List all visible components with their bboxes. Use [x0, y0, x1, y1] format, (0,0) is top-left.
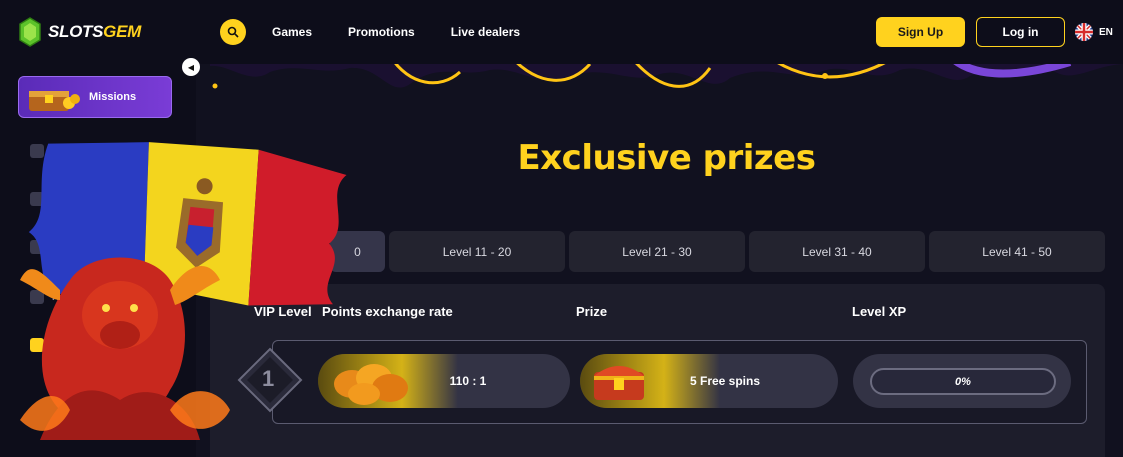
dice-icon [30, 144, 44, 158]
tab-level-41-50[interactable]: Level 41 - 50 [929, 231, 1105, 272]
sidebar-item-promotions[interactable]: Promotions [30, 240, 108, 254]
crown-icon [30, 338, 44, 352]
main-nav: Games Promotions Live dealers [272, 0, 520, 64]
search-icon [227, 26, 239, 38]
treasure-chest-icon [594, 366, 644, 400]
prize-value: 5 Free spins [689, 374, 761, 388]
level-tabs: 0 Level 11 - 20 Level 21 - 30 Level 31 -… [330, 231, 1105, 272]
sidebar-item-label: Hall of [52, 291, 83, 303]
login-button[interactable]: Log in [976, 17, 1065, 47]
collapse-sidebar-button[interactable]: ◀ [182, 58, 200, 76]
uk-flag-icon [1075, 23, 1093, 41]
tab-level-11-20[interactable]: Level 11 - 20 [389, 231, 565, 272]
sidebar-item-label: Live [52, 193, 73, 205]
column-header-level-xp: Level XP [852, 304, 907, 319]
xp-progress-bar: 0% [870, 368, 1056, 395]
missions-button[interactable]: Missions [18, 76, 172, 118]
sidebar-item-label: Games [52, 145, 86, 157]
level-number: 1 [262, 366, 275, 391]
promotions-count-badge: 5 [44, 234, 54, 244]
tab-label: 0 [354, 244, 361, 259]
sidebar-item-games[interactable]: Games [30, 144, 85, 158]
language-selector[interactable]: EN [1075, 23, 1113, 41]
tab-level-1-10[interactable]: 0 [330, 231, 385, 272]
signup-button[interactable]: Sign Up [876, 17, 965, 47]
logo[interactable]: SLOTSGEM [18, 17, 141, 47]
prize-cell: 5 Free spins [580, 354, 838, 408]
nav-live-dealers[interactable]: Live dealers [451, 25, 520, 39]
chevron-down-icon[interactable]: ⌄ [148, 144, 158, 158]
page-title: Exclusive prizes [517, 138, 816, 178]
sidebar-item-hall-of-fame[interactable]: Hall of [30, 290, 83, 304]
nav-promotions[interactable]: Promotions [348, 25, 415, 39]
column-header-vip-level: VIP Level [254, 304, 312, 319]
trophy-icon [30, 290, 44, 304]
tab-level-31-40[interactable]: Level 31 - 40 [749, 231, 925, 272]
search-button[interactable] [220, 19, 246, 45]
language-code: EN [1099, 26, 1113, 38]
page: SLOTSGEM Games Promotions Live dealers S… [0, 0, 1123, 457]
tab-level-21-30[interactable]: Level 21 - 30 [569, 231, 745, 272]
sidebar-item-live[interactable]: Live [30, 192, 72, 206]
sidebar-item-label: VIP [52, 339, 69, 351]
sidebar-item-vip[interactable]: VIP [30, 338, 68, 352]
gift-icon [30, 240, 44, 254]
sidebar-item-label: Promotions [52, 241, 108, 253]
top-bar: SLOTSGEM Games Promotions Live dealers S… [0, 0, 1123, 64]
treasure-chest-icon [29, 91, 80, 111]
gem-logo-icon [19, 17, 41, 47]
nav-games[interactable]: Games [272, 25, 312, 39]
prizes-table: VIP Level Points exchange rate Prize Lev… [210, 284, 1105, 457]
exchange-rate-cell: 110 : 1 [318, 354, 570, 408]
column-header-rate: Points exchange rate [322, 304, 453, 319]
sidebar: Missions Games ⌄ Live Promotions 5 Hall … [0, 64, 196, 457]
exchange-rate-value: 110 : 1 [449, 374, 487, 388]
column-header-prize: Prize [576, 304, 608, 319]
coins-icon [334, 364, 408, 405]
missions-label: Missions [89, 91, 137, 103]
logo-text: SLOTSGEM [48, 22, 141, 41]
live-icon [30, 192, 44, 206]
